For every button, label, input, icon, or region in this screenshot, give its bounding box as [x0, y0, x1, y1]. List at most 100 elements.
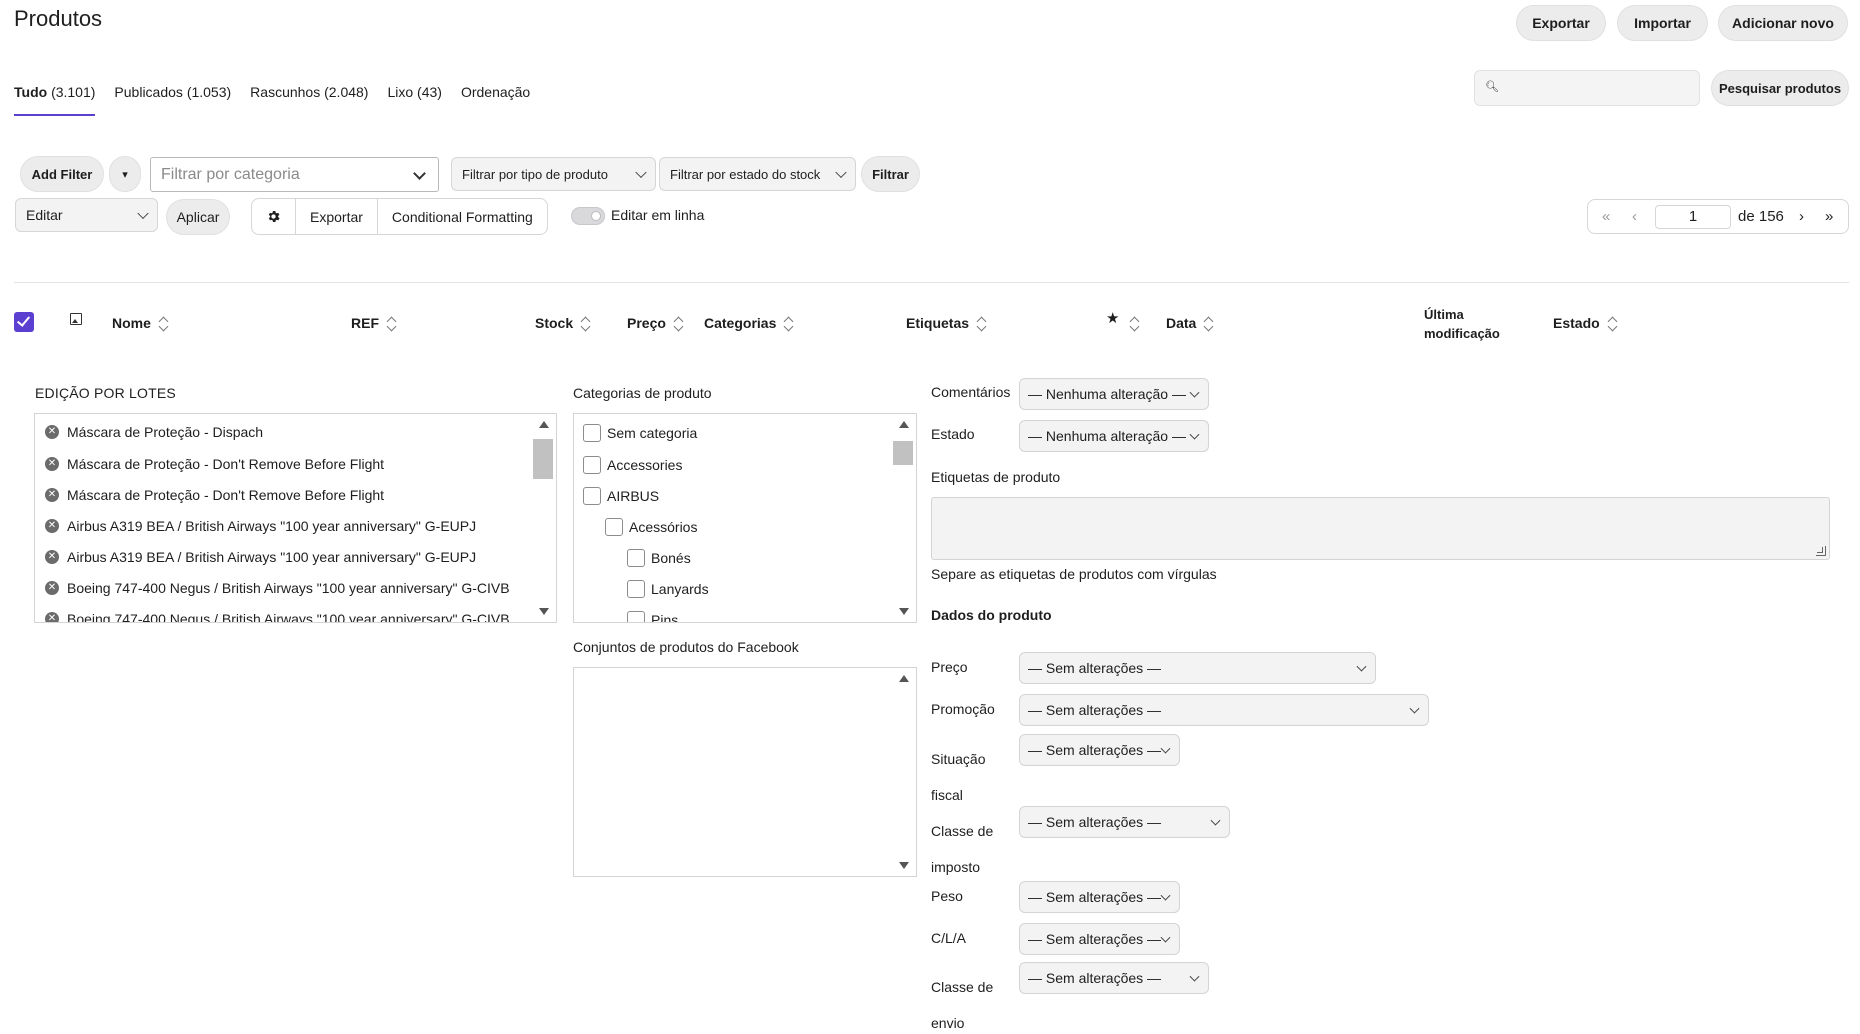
chevron-down-icon — [1160, 890, 1171, 901]
scroll-thumb[interactable] — [893, 441, 913, 465]
sale-select[interactable]: — Sem alterações — — [1019, 694, 1429, 726]
column-tags[interactable]: Etiquetas — [906, 315, 987, 332]
weight-select[interactable]: — Sem alterações — — [1019, 881, 1180, 913]
scrollbar[interactable] — [894, 668, 916, 876]
export-table-button[interactable]: Exportar — [295, 199, 377, 234]
subnav-all[interactable]: Tudo (3.101) — [14, 84, 95, 100]
column-date[interactable]: Data — [1166, 315, 1214, 332]
list-item[interactable]: ✕ Airbus A319 BEA / British Airways "100 … — [45, 549, 476, 565]
search-input[interactable]: 🔍︎ — [1474, 70, 1700, 106]
weight-label: Peso — [931, 888, 963, 904]
comments-select[interactable]: — Nenhuma alteração — — [1019, 378, 1209, 410]
column-categories[interactable]: Categorias — [704, 315, 794, 332]
remove-icon[interactable]: ✕ — [45, 550, 59, 564]
column-price[interactable]: Preço — [627, 315, 684, 332]
sort-icon — [784, 316, 794, 332]
scroll-down-icon[interactable] — [899, 862, 909, 869]
add-new-button[interactable]: Adicionar novo — [1718, 5, 1848, 41]
list-item[interactable]: ✕ Máscara de Proteção - Dispach — [45, 424, 263, 440]
scrollbar[interactable] — [533, 414, 556, 622]
product-tags-textarea[interactable] — [931, 497, 1830, 560]
scroll-down-icon[interactable] — [899, 608, 909, 615]
stock-status-filter[interactable]: Filtrar por estado do stock — [659, 157, 856, 191]
scrollbar[interactable] — [893, 414, 916, 622]
add-filter-button[interactable]: Add Filter — [20, 156, 104, 192]
settings-button[interactable] — [252, 199, 295, 234]
checkbox[interactable] — [627, 549, 645, 567]
bulk-action-select[interactable]: Editar — [15, 198, 158, 232]
import-button[interactable]: Importar — [1617, 5, 1708, 41]
list-item[interactable]: ✕ Airbus A319 BEA / British Airways "100 … — [45, 518, 476, 534]
scroll-up-icon[interactable] — [539, 421, 549, 428]
remove-icon[interactable]: ✕ — [45, 612, 59, 622]
next-page-button[interactable]: › — [1799, 208, 1804, 225]
price-label: Preço — [931, 659, 968, 675]
facebook-sets-list[interactable] — [573, 667, 917, 877]
category-item[interactable]: Sem categoria — [583, 424, 697, 442]
categories-title: Categorias de produto — [573, 385, 712, 401]
apply-bulk-button[interactable]: Aplicar — [166, 199, 230, 235]
last-page-button[interactable]: » — [1825, 208, 1833, 225]
status-select[interactable]: — Nenhuma alteração — — [1019, 420, 1209, 452]
column-status[interactable]: Estado — [1553, 315, 1618, 332]
column-last-modified[interactable]: Última modificação — [1424, 305, 1500, 343]
scroll-thumb[interactable] — [533, 439, 553, 479]
remove-icon[interactable]: ✕ — [45, 425, 59, 439]
category-item[interactable]: Pins — [627, 611, 678, 622]
category-filter-select[interactable]: Filtrar por categoria — [150, 157, 439, 192]
resize-handle-icon[interactable] — [1816, 546, 1826, 556]
price-select[interactable]: — Sem alterações — — [1019, 652, 1376, 684]
list-item[interactable]: ✕ Máscara de Proteção - Don't Remove Befo… — [45, 487, 384, 503]
gear-icon — [268, 211, 280, 222]
column-stock[interactable]: Stock — [535, 315, 591, 332]
category-item[interactable]: Acessórios — [605, 518, 697, 536]
remove-icon[interactable]: ✕ — [45, 457, 59, 471]
select-all-checkbox[interactable] — [14, 312, 34, 332]
scroll-down-icon[interactable] — [539, 608, 549, 615]
checkbox[interactable] — [627, 580, 645, 598]
remove-icon[interactable]: ✕ — [45, 488, 59, 502]
column-ref[interactable]: REF — [351, 315, 397, 332]
remove-icon[interactable]: ✕ — [45, 519, 59, 533]
column-name[interactable]: Nome — [112, 315, 169, 332]
shipping-class-select[interactable]: — Sem alterações — — [1019, 962, 1209, 994]
tax-status-select[interactable]: — Sem alterações — — [1019, 734, 1180, 766]
category-item[interactable]: AIRBUS — [583, 487, 659, 505]
category-item[interactable]: Bonés — [627, 549, 691, 567]
bulk-edit-list[interactable]: ✕ Máscara de Proteção - Dispach ✕ Máscara … — [34, 413, 557, 623]
export-button[interactable]: Exportar — [1516, 5, 1606, 41]
scroll-up-icon[interactable] — [899, 421, 909, 428]
prev-page-button[interactable]: ‹ — [1632, 208, 1637, 225]
list-item[interactable]: ✕ Boeing 747-400 Negus / British Airways … — [45, 580, 510, 596]
page-number-input[interactable]: 1 — [1655, 205, 1731, 229]
filter-button[interactable]: Filtrar — [861, 156, 920, 192]
category-item[interactable]: Lanyards — [627, 580, 709, 598]
checkbox[interactable] — [583, 456, 601, 474]
chevron-down-icon — [1160, 743, 1171, 754]
list-item[interactable]: ✕ Máscara de Proteção - Don't Remove Befo… — [45, 456, 384, 472]
add-filter-dropdown[interactable]: ▾ — [109, 156, 141, 192]
checkbox[interactable] — [583, 424, 601, 442]
column-featured-sort[interactable] — [1130, 315, 1140, 332]
checkbox[interactable] — [627, 611, 645, 622]
conditional-formatting-button[interactable]: Conditional Formatting — [376, 199, 547, 234]
subnav-trash[interactable]: Lixo (43) — [387, 84, 441, 100]
category-item[interactable]: Accessories — [583, 456, 682, 474]
search-products-button[interactable]: Pesquisar produtos — [1711, 70, 1849, 106]
categories-list[interactable]: Sem categoria Accessories AIRBUS Acessór… — [573, 413, 917, 623]
list-item[interactable]: ✕ Boeing 747-400 Negus / British Airways … — [45, 611, 510, 622]
sort-icon — [1608, 316, 1618, 332]
first-page-button[interactable]: « — [1602, 208, 1610, 225]
tax-class-select[interactable]: — Sem alterações — — [1019, 806, 1230, 838]
product-type-filter[interactable]: Filtrar por tipo de produto — [451, 157, 656, 191]
inline-edit-toggle[interactable] — [571, 207, 605, 225]
subnav-published[interactable]: Publicados (1.053) — [114, 84, 231, 100]
subnav-drafts[interactable]: Rascunhos (2.048) — [250, 84, 368, 100]
subnav-sorting[interactable]: Ordenação — [461, 84, 530, 100]
checkbox[interactable] — [583, 487, 601, 505]
remove-icon[interactable]: ✕ — [45, 581, 59, 595]
scroll-up-icon[interactable] — [899, 675, 909, 682]
status-subnav: Tudo (3.101) Publicados (1.053) Rascunho… — [14, 84, 549, 100]
checkbox[interactable] — [605, 518, 623, 536]
dimensions-select[interactable]: — Sem alterações — — [1019, 923, 1180, 955]
